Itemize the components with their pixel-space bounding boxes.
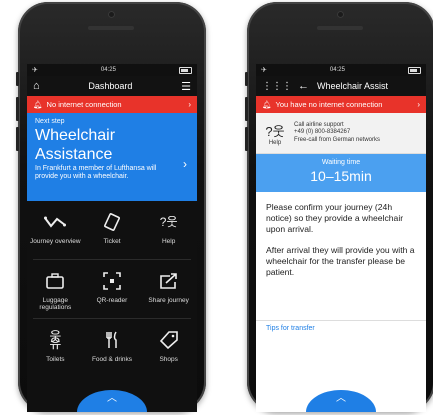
- chevron-up-icon: ︿: [107, 393, 117, 404]
- tile-label: QR-reader: [96, 297, 128, 304]
- support-text: Call airline support +49 (0) 800-8384267…: [294, 122, 380, 145]
- waiting-time-panel: Waiting time 10–15min: [256, 154, 426, 192]
- dashboard-grid-row-3: 웃유 Toilets Food & drinks Shops: [27, 319, 197, 377]
- status-bar: ✈ 04:25: [256, 64, 426, 76]
- mute-switch: [245, 72, 248, 86]
- status-time: 04:25: [329, 67, 345, 73]
- qr-icon: [101, 270, 123, 292]
- alert-text: You have no internet connection: [275, 100, 383, 109]
- chevron-right-icon: ›: [183, 157, 187, 171]
- tips-section: Tips for transfer: [256, 320, 426, 380]
- tile-ticket[interactable]: Ticket: [84, 201, 141, 259]
- tile-journey-overview[interactable]: Journey overview: [27, 201, 84, 259]
- no-internet-alert[interactable]: 🔔︎ No internet connection ›: [27, 96, 197, 113]
- tile-label: Food & drinks: [91, 356, 133, 363]
- waiting-time-value: 10–15min: [310, 168, 372, 184]
- share-icon: [158, 270, 180, 292]
- tile-shops[interactable]: Shops: [140, 319, 197, 377]
- expand-up-button[interactable]: ︿: [306, 390, 376, 412]
- volume-up-button: [16, 97, 19, 121]
- help-person-icon: ?​웃: [159, 214, 178, 229]
- next-step-title-line2: Assistance: [35, 146, 113, 163]
- tile-toilets[interactable]: 웃유 Toilets: [27, 319, 84, 377]
- volume-down-button: [245, 127, 248, 151]
- status-time: 04:25: [100, 67, 116, 73]
- ticket-icon: [101, 211, 123, 233]
- no-internet-alert[interactable]: 🔔︎ You have no internet connection ›: [256, 96, 426, 113]
- next-step-card[interactable]: Next step Wheelchair Assistance In Frank…: [27, 113, 197, 201]
- dashboard-screen: ✈ 04:25 ⌂ Dashboard ☰ 🔔︎ No internet con…: [27, 64, 197, 412]
- app-bar: ⌂ Dashboard ☰: [27, 76, 197, 96]
- tile-label: Journey overview: [30, 238, 81, 245]
- app-bar: ⋮⋮⋮ ← Wheelchair Assist: [256, 76, 426, 96]
- next-step-label: Next step: [35, 118, 65, 125]
- tile-help[interactable]: ?​웃 Help: [140, 201, 197, 259]
- page-title: Dashboard: [88, 81, 133, 91]
- next-step-description: In Frankfurt a member of Lufthansa will …: [35, 165, 157, 180]
- volume-down-button: [16, 127, 19, 151]
- mute-switch: [16, 72, 19, 86]
- tile-label: Ticket: [103, 238, 121, 245]
- earpiece: [317, 26, 363, 30]
- instruction-paragraph-1: Please confirm your journey (24h notice)…: [266, 202, 404, 234]
- alert-text: No internet connection: [46, 100, 122, 109]
- next-step-title-line1: Wheelchair: [35, 127, 116, 144]
- home-icon[interactable]: ⌂: [33, 80, 40, 92]
- luggage-icon: [44, 270, 66, 292]
- phone-left: ✈ 04:25 ⌂ Dashboard ☰ 🔔︎ No internet con…: [16, 2, 206, 412]
- expand-up-button[interactable]: ︿: [77, 390, 147, 412]
- tips-for-transfer-link[interactable]: Tips for transfer: [266, 325, 315, 332]
- bell-icon: 🔔︎: [262, 100, 272, 109]
- menu-icon[interactable]: ☰: [181, 80, 191, 93]
- fork-knife-icon: [101, 329, 123, 351]
- tile-label: Toilets: [46, 356, 65, 363]
- front-camera: [108, 11, 115, 18]
- instructions: Please confirm your journey (24h notice)…: [256, 192, 426, 320]
- chevron-right-icon: ›: [188, 100, 191, 109]
- tile-share-journey[interactable]: Share journey: [140, 260, 197, 318]
- bell-icon: 🔔︎: [33, 100, 43, 109]
- support-line1: Call airline support: [294, 121, 344, 128]
- earpiece: [88, 26, 134, 30]
- airline-support-row[interactable]: ?웃 Help Call airline support +49 (0) 800…: [256, 113, 426, 154]
- tile-label: Share journey: [148, 297, 189, 304]
- tag-icon: [158, 329, 180, 351]
- help-label: Help: [268, 139, 282, 146]
- page-title: Wheelchair Assist: [317, 81, 389, 91]
- tile-label: Shops: [159, 356, 178, 363]
- wheelchair-assist-screen: ✈ 04:25 ⋮⋮⋮ ← Wheelchair Assist 🔔︎ You h…: [256, 64, 426, 412]
- tile-luggage-regulations[interactable]: Luggage regulations: [27, 260, 84, 318]
- toilet-icon: 웃유: [49, 329, 62, 351]
- grid-menu-icon[interactable]: ⋮⋮⋮: [262, 81, 292, 92]
- front-camera: [337, 11, 344, 18]
- support-line3: Free-call from German networks: [294, 136, 381, 143]
- battery-icon: [407, 66, 421, 74]
- instruction-paragraph-2: After arrival they will provide you with…: [266, 245, 415, 277]
- help-person-icon: ?웃: [265, 123, 285, 139]
- phone-right: ✈ 04:25 ⋮⋮⋮ ← Wheelchair Assist 🔔︎ You h…: [245, 2, 433, 412]
- help-column: ?웃 Help: [262, 121, 288, 146]
- tile-label: Luggage regulations: [39, 297, 72, 311]
- support-phone[interactable]: +49 (0) 800-8384267: [294, 129, 380, 137]
- waiting-time-label: Waiting time: [321, 159, 361, 166]
- tile-label: Help: [161, 238, 176, 245]
- chevron-right-icon: ›: [417, 100, 420, 109]
- airplane-mode-icon: ✈: [261, 67, 267, 74]
- tile-food-drinks[interactable]: Food & drinks: [84, 319, 141, 377]
- airplane-mode-icon: ✈: [32, 67, 38, 74]
- volume-up-button: [245, 97, 248, 121]
- tile-qr-reader[interactable]: QR-reader: [84, 260, 141, 318]
- chevron-up-icon: ︿: [336, 393, 346, 404]
- battery-icon: [178, 66, 192, 74]
- dashboard-grid-row-2: Luggage regulations QR-reader Share jour…: [27, 260, 197, 318]
- route-icon: [44, 211, 67, 233]
- status-bar: ✈ 04:25: [27, 64, 197, 76]
- dashboard-grid-row-1: Journey overview Ticket ?​웃 Help: [27, 201, 197, 259]
- back-arrow-icon[interactable]: ←: [298, 80, 309, 92]
